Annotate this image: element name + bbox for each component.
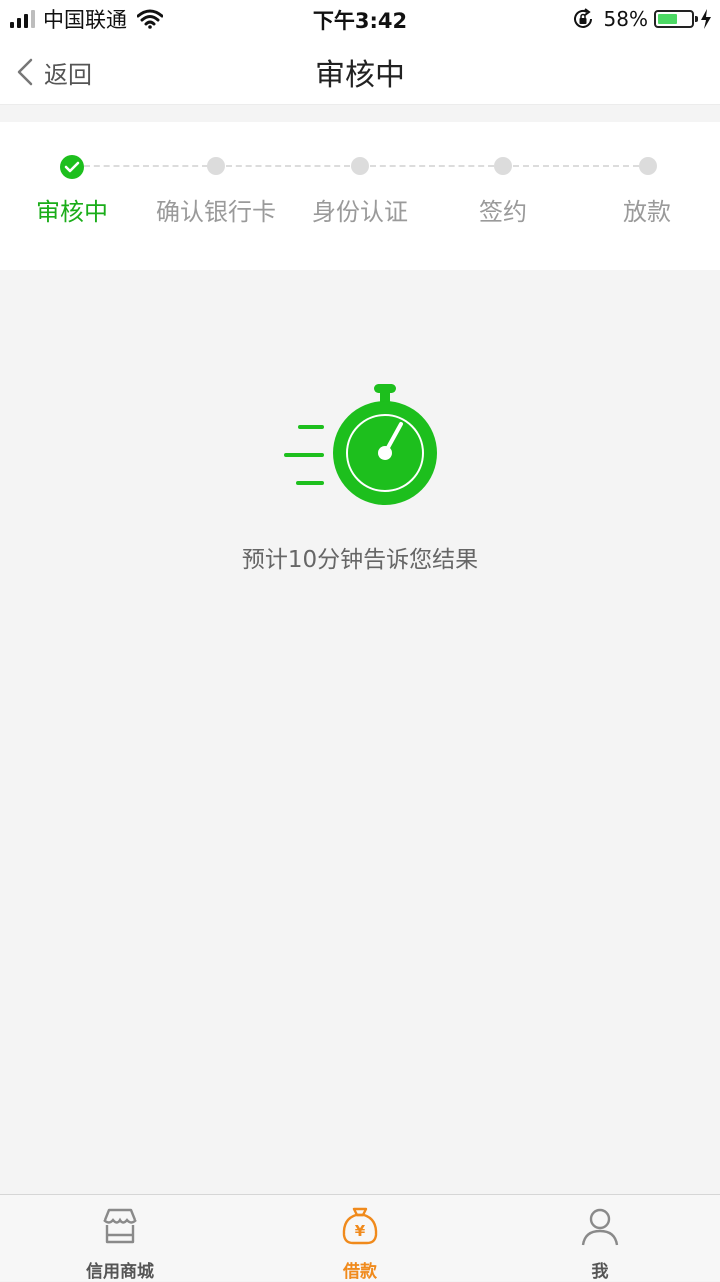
tab-label: 借款: [343, 1262, 377, 1282]
step-label: 签约: [479, 198, 527, 226]
back-button[interactable]: 返回: [14, 52, 92, 92]
charging-bolt-icon: [701, 9, 711, 29]
step-dot: [207, 157, 225, 175]
battery-fill: [658, 14, 677, 24]
tab-label: 我: [591, 1262, 609, 1282]
step-label: 确认银行卡: [156, 198, 276, 226]
tab-bar: 信用商城 ¥ 借款 我: [0, 1194, 720, 1282]
step-connector: [84, 165, 208, 167]
tab-label: 信用商城: [86, 1262, 154, 1282]
page-title: 审核中: [315, 58, 405, 93]
step-dot: [639, 157, 657, 175]
step-done-check-icon: [60, 155, 84, 179]
step-label: 放款: [623, 198, 671, 226]
chevron-left-icon: [17, 58, 33, 86]
back-label: 返回: [44, 60, 92, 89]
battery-icon: [654, 10, 698, 28]
status-bar: 中国联通 下午3:42 58%: [0, 0, 720, 40]
step-label: 审核中: [36, 198, 108, 226]
status-right: 58%: [572, 6, 712, 32]
store-icon: [103, 1208, 137, 1244]
step-dot: [351, 157, 369, 175]
battery-percent: 58%: [603, 7, 648, 31]
stopwatch-icon: [284, 384, 437, 505]
orientation-lock-icon: [573, 8, 592, 28]
money-bag-icon: ¥: [342, 1207, 378, 1245]
step-connector: [226, 165, 350, 167]
user-icon: [581, 1208, 619, 1246]
svg-text:¥: ¥: [355, 1222, 366, 1240]
tab-loan[interactable]: ¥ 借款: [240, 1195, 480, 1282]
tab-me[interactable]: 我: [480, 1195, 720, 1282]
step-label: 身份认证: [312, 198, 408, 226]
step-connector: [370, 165, 494, 167]
step-dot: [494, 157, 512, 175]
nav-bar: 返回 审核中: [0, 40, 720, 105]
step-connector: [513, 165, 639, 167]
eta-message: 预计10分钟告诉您结果: [241, 547, 479, 573]
progress-stepper: 审核中 确认银行卡 身份认证 签约 放款: [0, 122, 720, 270]
tab-credit-mall[interactable]: 信用商城: [0, 1195, 240, 1282]
